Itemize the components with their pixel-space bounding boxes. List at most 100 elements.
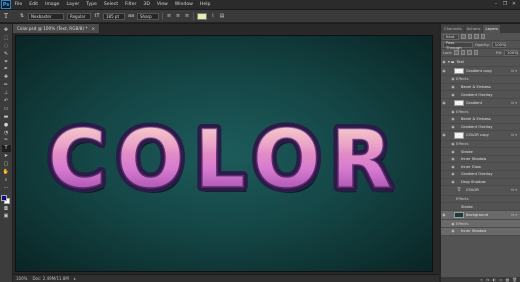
- menu-file[interactable]: File: [11, 2, 26, 7]
- adjustment-layer-icon[interactable]: ◐: [493, 277, 496, 282]
- marquee-tool-icon[interactable]: ⬚: [2, 35, 11, 42]
- doc-size-info[interactable]: Doc: 2.49M/11.8M: [32, 276, 68, 281]
- menu-3d[interactable]: 3D: [140, 2, 153, 7]
- opacity-input[interactable]: 100%: [491, 41, 506, 48]
- shape-tool-icon[interactable]: ▢: [2, 161, 11, 168]
- layer-group-text[interactable]: ◉ ▾ ▬ Text: [441, 59, 520, 67]
- hand-tool-icon[interactable]: ✋: [2, 169, 11, 176]
- path-selection-tool-icon[interactable]: ➤: [2, 153, 11, 160]
- fx-icon[interactable]: fx ▾: [511, 133, 517, 137]
- fx-icon[interactable]: fx ▾: [511, 188, 517, 192]
- quick-select-tool-icon[interactable]: ✎: [2, 51, 11, 58]
- layer-gradient-copy[interactable]: ◉ Gradient copy fx ▾: [441, 67, 520, 77]
- menu-window[interactable]: Window: [171, 2, 196, 7]
- visibility-eye-icon[interactable]: ◉: [441, 213, 447, 217]
- lasso-tool-icon[interactable]: ◌: [2, 43, 11, 50]
- visibility-eye-icon[interactable]: ◉: [441, 69, 447, 73]
- effect-stroke[interactable]: Stroke: [441, 203, 520, 211]
- type-tool-preset-icon[interactable]: T: [4, 12, 16, 21]
- close-tab-icon[interactable]: ×: [91, 26, 95, 31]
- pen-tool-icon[interactable]: ✑: [2, 137, 11, 144]
- healing-brush-tool-icon[interactable]: ✚: [2, 74, 11, 81]
- text-orientation-icon[interactable]: ⇅: [19, 13, 25, 19]
- font-size-select[interactable]: 185 pt: [103, 12, 125, 20]
- delete-layer-icon[interactable]: 🗑: [512, 277, 517, 282]
- menu-image[interactable]: Image: [42, 2, 63, 7]
- new-group-icon[interactable]: ▭: [499, 277, 503, 282]
- new-layer-icon[interactable]: ▦: [506, 277, 510, 282]
- tab-channels[interactable]: Channels: [442, 25, 464, 33]
- eraser-tool-icon[interactable]: ▭: [2, 106, 11, 113]
- layer-color-copy[interactable]: ◉ COLOR copy fx ▾: [441, 131, 520, 141]
- blend-mode-select[interactable]: Pass Through: [443, 40, 473, 50]
- layer-gradient[interactable]: ◉ Gradient fx ▾: [441, 99, 520, 109]
- warp-text-icon[interactable]: ⌇: [210, 13, 216, 19]
- menu-layer[interactable]: Layer: [63, 2, 83, 7]
- filter-shape-icon[interactable]: [480, 34, 485, 39]
- effect-inner-glow[interactable]: ◉ Inner Glow: [441, 163, 520, 172]
- screen-mode-icon[interactable]: ▣: [2, 213, 11, 220]
- canvas[interactable]: COLOR COLOR COLOR COLOR: [15, 35, 433, 272]
- fx-icon[interactable]: fx ▾: [511, 213, 517, 217]
- crop-tool-icon[interactable]: ⌗: [2, 59, 11, 66]
- filter-pixel-icon[interactable]: [461, 34, 466, 39]
- clone-stamp-tool-icon[interactable]: ⊥: [2, 90, 11, 97]
- tab-actions[interactable]: Actions: [464, 25, 483, 33]
- lock-all-icon[interactable]: [473, 50, 479, 55]
- effect-stroke[interactable]: ◉ Stroke: [441, 148, 520, 156]
- type-tool-icon[interactable]: T: [1, 145, 11, 153]
- text-color-swatch[interactable]: [197, 12, 207, 20]
- dodge-tool-icon[interactable]: ◔: [2, 130, 11, 137]
- zoom-level[interactable]: 100%: [16, 276, 27, 281]
- layer-background[interactable]: ◉ Background fx ▾: [441, 210, 520, 221]
- character-panel-icon[interactable]: ▤: [219, 13, 225, 19]
- lock-transparency-icon[interactable]: [454, 50, 459, 55]
- font-style-select[interactable]: Regular: [67, 12, 91, 20]
- eyedropper-tool-icon[interactable]: ✒: [2, 66, 11, 73]
- menu-type[interactable]: Type: [83, 2, 101, 7]
- lock-pixels-icon[interactable]: [460, 50, 466, 55]
- foreground-color-swatch[interactable]: [1, 194, 7, 201]
- antialias-select[interactable]: Sharp: [137, 12, 159, 20]
- effect-gradient-overlay[interactable]: ◉ Gradient Overlay: [441, 124, 520, 132]
- visibility-eye-icon[interactable]: ◉: [441, 101, 447, 105]
- minimize-icon[interactable]: –: [493, 2, 499, 7]
- restore-icon[interactable]: ❐: [502, 2, 508, 7]
- move-tool-icon[interactable]: ✥: [2, 27, 11, 34]
- menu-select[interactable]: Select: [100, 2, 121, 7]
- quick-mask-icon[interactable]: ◘: [2, 206, 11, 213]
- effect-gradient-overlay[interactable]: ◉ Gradient Overlay: [441, 171, 520, 179]
- zoom-tool-icon[interactable]: ⌕: [2, 177, 11, 184]
- fx-icon[interactable]: fx ▾: [511, 69, 517, 73]
- align-center-icon[interactable]: ≡: [175, 13, 181, 19]
- color-swatches[interactable]: [1, 194, 11, 205]
- filter-type-icon[interactable]: [474, 34, 479, 39]
- effect-bevel-emboss[interactable]: ◉ Bevel & Emboss: [441, 84, 520, 92]
- menu-filter[interactable]: Filter: [122, 2, 140, 7]
- history-brush-tool-icon[interactable]: ↶: [2, 98, 11, 105]
- align-left-icon[interactable]: ≡: [166, 13, 172, 19]
- tab-layers[interactable]: Layers: [483, 25, 501, 33]
- menu-edit[interactable]: Edit: [26, 2, 42, 7]
- effect-drop-shadow[interactable]: ◉ Drop Shadow: [441, 179, 520, 187]
- link-layers-icon[interactable]: ∞: [480, 277, 483, 282]
- status-arrow-icon[interactable]: ▸: [74, 276, 76, 281]
- group-expand-icon[interactable]: ▾ ▬: [447, 60, 455, 64]
- fill-input[interactable]: 100%: [504, 49, 518, 56]
- effect-bevel-emboss[interactable]: ◉ Bevel & Emboss: [441, 116, 520, 124]
- align-right-icon[interactable]: ≡: [184, 13, 190, 19]
- effect-inner-shadow[interactable]: ◉ Inner Shadow: [441, 156, 520, 164]
- filter-adjustment-icon[interactable]: [467, 34, 472, 39]
- more-tools-icon[interactable]: ⋯: [2, 185, 11, 192]
- lock-position-icon[interactable]: [467, 50, 472, 55]
- add-style-icon[interactable]: fx: [486, 277, 490, 282]
- blur-tool-icon[interactable]: ●: [2, 122, 11, 129]
- close-icon[interactable]: ✕: [511, 2, 517, 7]
- document-tab[interactable]: Color.psd @ 100% (Text, RGB/8) * ×: [13, 24, 100, 33]
- effect-inner-shadow[interactable]: ◉ Inner Shadow: [441, 228, 520, 236]
- layer-color-text[interactable]: T COLOR fx ▾: [441, 186, 520, 196]
- brush-tool-icon[interactable]: ✏: [2, 82, 11, 89]
- font-family-select[interactable]: Nexbaster: [28, 12, 64, 20]
- menu-help[interactable]: Help: [196, 2, 213, 7]
- menu-view[interactable]: View: [153, 2, 171, 7]
